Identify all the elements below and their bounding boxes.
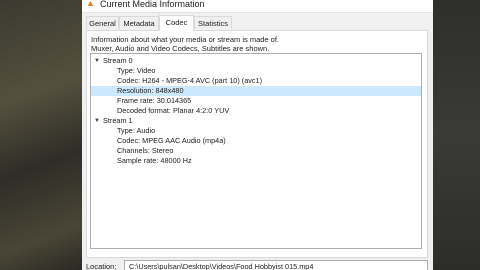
codec-info-text: Information about what your media or str… bbox=[91, 35, 391, 53]
tab-codec[interactable]: Codec bbox=[159, 15, 194, 31]
stream-0-label: Stream 0 bbox=[103, 56, 133, 65]
tree-item-selected[interactable]: Resolution: 848x480 bbox=[91, 86, 421, 96]
window-title: Current Media Information bbox=[100, 0, 205, 9]
tab-statistics[interactable]: Statistics bbox=[194, 16, 232, 29]
tree-item[interactable]: Frame rate: 30.014365 bbox=[91, 96, 421, 106]
tab-general[interactable]: General bbox=[86, 16, 119, 29]
tree-item[interactable]: Codec: H264 - MPEG-4 AVC (part 10) (avc1… bbox=[91, 76, 421, 86]
collapse-arrow-icon[interactable]: ▼ bbox=[94, 116, 100, 126]
title-bar[interactable]: ▲ Current Media Information bbox=[82, 0, 433, 13]
tree-item[interactable]: Type: Audio bbox=[91, 126, 421, 136]
tree-item-label: Codec: MPEG AAC Audio (mp4a) bbox=[117, 136, 226, 145]
tree-item[interactable]: Channels: Stereo bbox=[91, 146, 421, 156]
vlc-cone-icon: ▲ bbox=[86, 0, 95, 8]
stream-tree[interactable]: ▼ Stream 0 Type: Video Codec: H264 - MPE… bbox=[90, 53, 422, 249]
info-line-2: Muxer, Audio and Video Codecs, Subtitles… bbox=[91, 44, 270, 53]
collapse-arrow-icon[interactable]: ▼ bbox=[94, 56, 100, 66]
background-video-left bbox=[0, 0, 82, 270]
tree-item[interactable]: Codec: MPEG AAC Audio (mp4a) bbox=[91, 136, 421, 146]
tree-item[interactable]: Decoded format: Planar 4:2:0 YUV bbox=[91, 106, 421, 116]
info-line-1: Information about what your media or str… bbox=[91, 35, 280, 44]
stream-1-node[interactable]: ▼ Stream 1 bbox=[91, 116, 421, 126]
location-label: Location: bbox=[86, 262, 117, 270]
tree-item-label: Type: Video bbox=[117, 66, 156, 75]
tree-item-label: Sample rate: 48000 Hz bbox=[117, 156, 192, 165]
tree-item-label: Frame rate: 30.014365 bbox=[117, 96, 192, 105]
location-field[interactable]: C:\Users\pulsan\Desktop\Videos\Food Hobb… bbox=[124, 260, 428, 270]
tree-item-label: Type: Audio bbox=[117, 126, 156, 135]
tree-item-label: Resolution: 848x480 bbox=[117, 86, 184, 95]
tree-item-label: Channels: Stereo bbox=[117, 146, 174, 155]
media-information-window: ▲ Current Media Information General Meta… bbox=[82, 0, 433, 270]
tree-item-label: Decoded format: Planar 4:2:0 YUV bbox=[117, 106, 230, 115]
background-desktop-right bbox=[433, 0, 480, 270]
tree-item-label: Codec: H264 - MPEG-4 AVC (part 10) (avc1… bbox=[117, 76, 263, 85]
tab-metadata[interactable]: Metadata bbox=[119, 16, 159, 29]
tree-item[interactable]: Type: Video bbox=[91, 66, 421, 76]
codec-panel: Information about what your media or str… bbox=[86, 30, 428, 258]
stream-1-label: Stream 1 bbox=[103, 116, 133, 125]
tree-item[interactable]: Sample rate: 48000 Hz bbox=[91, 156, 421, 166]
stream-0-node[interactable]: ▼ Stream 0 bbox=[91, 56, 421, 66]
